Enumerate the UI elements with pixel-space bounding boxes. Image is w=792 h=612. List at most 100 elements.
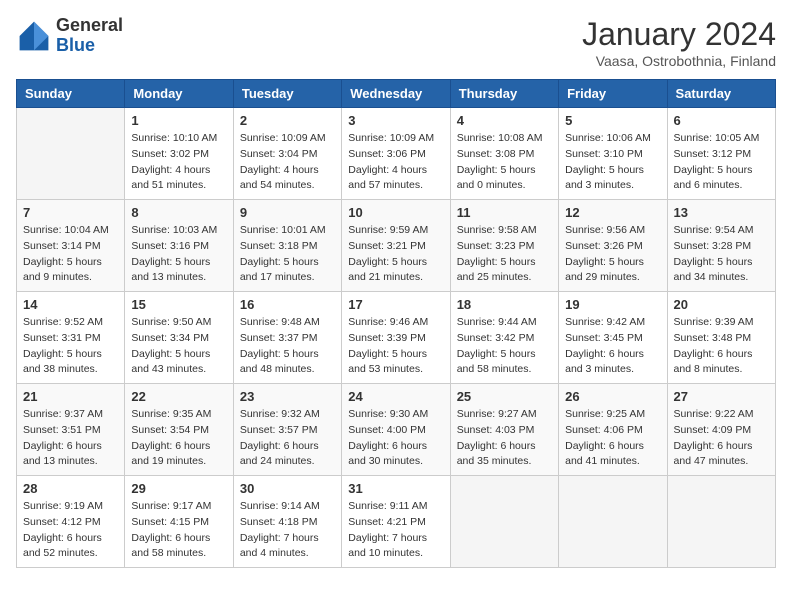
day-number: 8 bbox=[131, 205, 226, 220]
day-number: 24 bbox=[348, 389, 443, 404]
weekday-header-sunday: Sunday bbox=[17, 80, 125, 108]
day-info: Sunrise: 9:32 AMSunset: 3:57 PMDaylight:… bbox=[240, 407, 335, 470]
day-number: 29 bbox=[131, 481, 226, 496]
calendar-cell: 14Sunrise: 9:52 AMSunset: 3:31 PMDayligh… bbox=[17, 292, 125, 384]
calendar-cell: 2Sunrise: 10:09 AMSunset: 3:04 PMDayligh… bbox=[233, 108, 341, 200]
day-number: 7 bbox=[23, 205, 118, 220]
calendar-cell: 29 Sunrise: 9:17 AMSunset: 4:15 PMDayligh… bbox=[125, 476, 233, 568]
day-info: Sunrise: 9:46 AMSunset: 3:39 PMDaylight:… bbox=[348, 315, 443, 378]
location-subtitle: Vaasa, Ostrobothnia, Finland bbox=[582, 53, 776, 69]
calendar-cell: 10 Sunrise: 9:59 AMSunset: 3:21 PMDayligh… bbox=[342, 200, 450, 292]
calendar-week-3: 21 Sunrise: 9:37 AMSunset: 3:51 PMDayligh… bbox=[17, 384, 776, 476]
weekday-header-monday: Monday bbox=[125, 80, 233, 108]
calendar-table: SundayMondayTuesdayWednesdayThursdayFrid… bbox=[16, 79, 776, 568]
day-info: Sunrise: 9:30 AMSunset: 4:00 PMDaylight:… bbox=[348, 407, 443, 470]
calendar-cell: 27Sunrise: 9:22 AMSunset: 4:09 PMDayligh… bbox=[667, 384, 775, 476]
title-area: January 2024 Vaasa, Ostrobothnia, Finlan… bbox=[582, 16, 776, 69]
day-info: Sunrise: 9:17 AMSunset: 4:15 PMDaylight:… bbox=[131, 499, 226, 562]
calendar-cell: 3 Sunrise: 10:09 AMSunset: 3:06 PMDayligh… bbox=[342, 108, 450, 200]
calendar-cell: 11 Sunrise: 9:58 AMSunset: 3:23 PMDayligh… bbox=[450, 200, 558, 292]
calendar-cell: 6Sunrise: 10:05 AMSunset: 3:12 PMDayligh… bbox=[667, 108, 775, 200]
day-info: Sunrise: 10:08 AMSunset: 3:08 PMDaylight… bbox=[457, 131, 552, 194]
day-info: Sunrise: 9:25 AMSunset: 4:06 PMDaylight:… bbox=[565, 407, 660, 470]
day-number: 1 bbox=[131, 113, 226, 128]
weekday-header-saturday: Saturday bbox=[667, 80, 775, 108]
day-number: 22 bbox=[131, 389, 226, 404]
day-info: Sunrise: 9:44 AMSunset: 3:42 PMDaylight:… bbox=[457, 315, 552, 378]
day-number: 23 bbox=[240, 389, 335, 404]
day-number: 2 bbox=[240, 113, 335, 128]
calendar-week-0: 1 Sunrise: 10:10 AMSunset: 3:02 PMDayligh… bbox=[17, 108, 776, 200]
day-info: Sunrise: 10:09 AMSunset: 3:06 PMDaylight… bbox=[348, 131, 443, 194]
day-number: 15 bbox=[131, 297, 226, 312]
calendar-cell bbox=[17, 108, 125, 200]
day-info: Sunrise: 9:11 AMSunset: 4:21 PMDaylight:… bbox=[348, 499, 443, 562]
day-info: Sunrise: 9:19 AMSunset: 4:12 PMDaylight:… bbox=[23, 499, 118, 562]
day-info: Sunrise: 9:48 AMSunset: 3:37 PMDaylight:… bbox=[240, 315, 335, 378]
calendar-cell: 5 Sunrise: 10:06 AMSunset: 3:10 PMDayligh… bbox=[559, 108, 667, 200]
day-number: 4 bbox=[457, 113, 552, 128]
day-number: 30 bbox=[240, 481, 335, 496]
day-info: Sunrise: 9:56 AMSunset: 3:26 PMDaylight:… bbox=[565, 223, 660, 286]
month-title: January 2024 bbox=[582, 16, 776, 53]
calendar-cell: 8 Sunrise: 10:03 AMSunset: 3:16 PMDayligh… bbox=[125, 200, 233, 292]
calendar-week-4: 28 Sunrise: 9:19 AMSunset: 4:12 PMDayligh… bbox=[17, 476, 776, 568]
calendar-cell: 31 Sunrise: 9:11 AMSunset: 4:21 PMDayligh… bbox=[342, 476, 450, 568]
day-number: 3 bbox=[348, 113, 443, 128]
day-info: Sunrise: 10:06 AMSunset: 3:10 PMDaylight… bbox=[565, 131, 660, 194]
calendar-cell: 30Sunrise: 9:14 AMSunset: 4:18 PMDayligh… bbox=[233, 476, 341, 568]
day-info: Sunrise: 9:37 AMSunset: 3:51 PMDaylight:… bbox=[23, 407, 118, 470]
calendar-cell: 28 Sunrise: 9:19 AMSunset: 4:12 PMDayligh… bbox=[17, 476, 125, 568]
day-number: 5 bbox=[565, 113, 660, 128]
logo: General Blue bbox=[16, 16, 123, 56]
calendar-cell: 25 Sunrise: 9:27 AMSunset: 4:03 PMDayligh… bbox=[450, 384, 558, 476]
weekday-header-thursday: Thursday bbox=[450, 80, 558, 108]
day-number: 19 bbox=[565, 297, 660, 312]
calendar-cell: 19Sunrise: 9:42 AMSunset: 3:45 PMDayligh… bbox=[559, 292, 667, 384]
calendar-cell: 1 Sunrise: 10:10 AMSunset: 3:02 PMDayligh… bbox=[125, 108, 233, 200]
day-number: 10 bbox=[348, 205, 443, 220]
day-info: Sunrise: 9:35 AMSunset: 3:54 PMDaylight:… bbox=[131, 407, 226, 470]
calendar-cell: 21 Sunrise: 9:37 AMSunset: 3:51 PMDayligh… bbox=[17, 384, 125, 476]
logo-blue-text: Blue bbox=[56, 36, 123, 56]
day-number: 14 bbox=[23, 297, 118, 312]
day-number: 11 bbox=[457, 205, 552, 220]
day-info: Sunrise: 10:10 AMSunset: 3:02 PMDaylight… bbox=[131, 131, 226, 194]
logo-general-text: General bbox=[56, 16, 123, 36]
weekday-header-friday: Friday bbox=[559, 80, 667, 108]
calendar-cell: 15Sunrise: 9:50 AMSunset: 3:34 PMDayligh… bbox=[125, 292, 233, 384]
day-number: 25 bbox=[457, 389, 552, 404]
logo-text: General Blue bbox=[56, 16, 123, 56]
calendar-cell: 23 Sunrise: 9:32 AMSunset: 3:57 PMDayligh… bbox=[233, 384, 341, 476]
day-info: Sunrise: 9:27 AMSunset: 4:03 PMDaylight:… bbox=[457, 407, 552, 470]
day-info: Sunrise: 10:04 AMSunset: 3:14 PMDaylight… bbox=[23, 223, 118, 286]
day-number: 28 bbox=[23, 481, 118, 496]
weekday-row: SundayMondayTuesdayWednesdayThursdayFrid… bbox=[17, 80, 776, 108]
day-number: 12 bbox=[565, 205, 660, 220]
header: General Blue January 2024 Vaasa, Ostrobo… bbox=[16, 16, 776, 69]
calendar-cell: 26Sunrise: 9:25 AMSunset: 4:06 PMDayligh… bbox=[559, 384, 667, 476]
calendar-week-2: 14Sunrise: 9:52 AMSunset: 3:31 PMDayligh… bbox=[17, 292, 776, 384]
logo-icon bbox=[16, 18, 52, 54]
calendar-cell: 7 Sunrise: 10:04 AMSunset: 3:14 PMDayligh… bbox=[17, 200, 125, 292]
calendar-cell: 24 Sunrise: 9:30 AMSunset: 4:00 PMDayligh… bbox=[342, 384, 450, 476]
weekday-header-wednesday: Wednesday bbox=[342, 80, 450, 108]
calendar-cell bbox=[559, 476, 667, 568]
day-info: Sunrise: 9:59 AMSunset: 3:21 PMDaylight:… bbox=[348, 223, 443, 286]
day-info: Sunrise: 9:58 AMSunset: 3:23 PMDaylight:… bbox=[457, 223, 552, 286]
day-number: 17 bbox=[348, 297, 443, 312]
day-number: 9 bbox=[240, 205, 335, 220]
calendar-cell: 13Sunrise: 9:54 AMSunset: 3:28 PMDayligh… bbox=[667, 200, 775, 292]
calendar-cell: 16Sunrise: 9:48 AMSunset: 3:37 PMDayligh… bbox=[233, 292, 341, 384]
day-info: Sunrise: 10:03 AMSunset: 3:16 PMDaylight… bbox=[131, 223, 226, 286]
day-number: 27 bbox=[674, 389, 769, 404]
calendar-header: SundayMondayTuesdayWednesdayThursdayFrid… bbox=[17, 80, 776, 108]
calendar-cell: 4 Sunrise: 10:08 AMSunset: 3:08 PMDayligh… bbox=[450, 108, 558, 200]
day-number: 31 bbox=[348, 481, 443, 496]
calendar-cell: 20Sunrise: 9:39 AMSunset: 3:48 PMDayligh… bbox=[667, 292, 775, 384]
day-number: 21 bbox=[23, 389, 118, 404]
calendar-cell: 17 Sunrise: 9:46 AMSunset: 3:39 PMDayligh… bbox=[342, 292, 450, 384]
calendar-week-1: 7 Sunrise: 10:04 AMSunset: 3:14 PMDayligh… bbox=[17, 200, 776, 292]
calendar-cell: 22 Sunrise: 9:35 AMSunset: 3:54 PMDayligh… bbox=[125, 384, 233, 476]
day-info: Sunrise: 10:01 AMSunset: 3:18 PMDaylight… bbox=[240, 223, 335, 286]
